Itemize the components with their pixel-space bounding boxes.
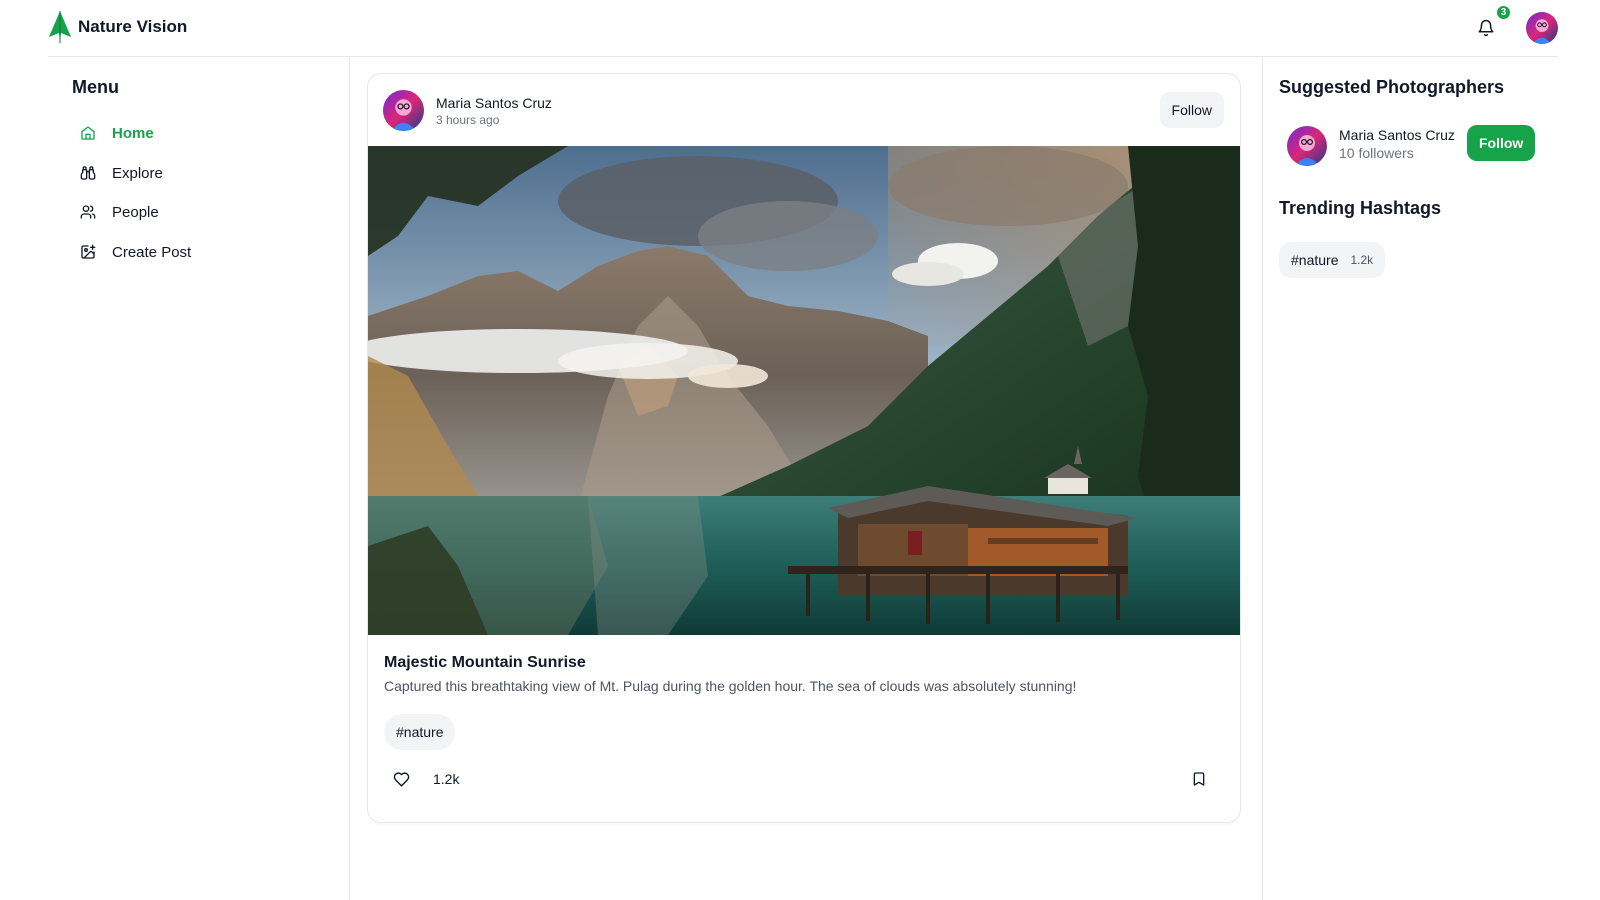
trending-hashtags-title: Trending Hashtags [1279, 198, 1442, 218]
sidebar-item-people[interactable]: People [72, 195, 322, 229]
suggested-follow-button[interactable]: Follow [1467, 125, 1536, 161]
suggested-photographer-row: Maria Santos Cruz 10 followers Follow [1287, 125, 1543, 167]
post-follow-button[interactable]: Follow [1159, 92, 1224, 128]
post-header: Maria Santos Cruz 3 hours ago [383, 90, 552, 131]
binoculars-icon [80, 166, 96, 180]
avatar [1526, 12, 1558, 44]
post-description: Captured this breathtaking view of Mt. P… [384, 678, 1077, 694]
app-title: Nature Vision [78, 17, 188, 36]
right-sidebar: Suggested Photographers Maria Santos Cru… [1262, 57, 1558, 900]
left-sidebar: Menu Home Explore People Create Post [48, 57, 350, 900]
user-avatar-button[interactable] [1526, 12, 1558, 44]
notification-count-badge: 3 [1495, 4, 1512, 21]
avatar [1287, 126, 1327, 166]
like-count: 1.2k [433, 771, 460, 787]
sidebar-item-home[interactable]: Home [72, 116, 322, 150]
image-plus-icon [81, 244, 96, 259]
trending-hashtag-chip[interactable]: #nature 1.2k [1279, 242, 1386, 278]
sidebar-item-label: Create Post [112, 243, 192, 261]
sidebar-item-explore[interactable]: Explore [72, 156, 322, 190]
sidebar-item-label: Explore [112, 164, 163, 182]
post-photo[interactable] [368, 146, 1240, 635]
hashtag-name: #nature [1291, 252, 1339, 268]
post-author-name[interactable]: Maria Santos Cruz [436, 95, 552, 111]
menu-title: Menu [72, 77, 119, 97]
sidebar-item-label: People [112, 203, 159, 221]
people-icon [80, 205, 96, 219]
suggested-photographer-avatar[interactable] [1287, 126, 1327, 166]
post-author-avatar[interactable] [383, 90, 424, 131]
post-hashtag-chip[interactable]: #nature [384, 714, 456, 750]
post-author-block: Maria Santos Cruz 3 hours ago [436, 95, 552, 127]
post-title: Majestic Mountain Sunrise [384, 654, 586, 671]
suggested-photographer-followers: 10 followers [1339, 145, 1414, 161]
like-button[interactable] [388, 766, 414, 792]
post-card: Maria Santos Cruz 3 hours ago Follow Maj… [367, 73, 1241, 823]
notifications-button[interactable] [1472, 14, 1500, 42]
top-header: Nature Vision 3 [48, 0, 1558, 57]
sidebar-item-create-post[interactable]: Create Post [72, 235, 322, 269]
leaf-logo-icon [49, 11, 71, 43]
bookmark-button[interactable] [1186, 766, 1212, 792]
bookmark-icon [1193, 772, 1205, 786]
post-timestamp: 3 hours ago [436, 112, 500, 127]
heart-icon [393, 771, 409, 787]
suggested-photographer-name[interactable]: Maria Santos Cruz [1339, 127, 1455, 143]
brand-home-link[interactable]: Nature Vision [48, 10, 187, 44]
home-icon [81, 126, 95, 140]
hashtag-count: 1.2k [1350, 253, 1374, 267]
avatar [383, 90, 424, 131]
bell-icon [1478, 19, 1494, 37]
suggested-photographers-title: Suggested Photographers [1279, 77, 1505, 97]
sidebar-item-label: Home [112, 124, 154, 142]
